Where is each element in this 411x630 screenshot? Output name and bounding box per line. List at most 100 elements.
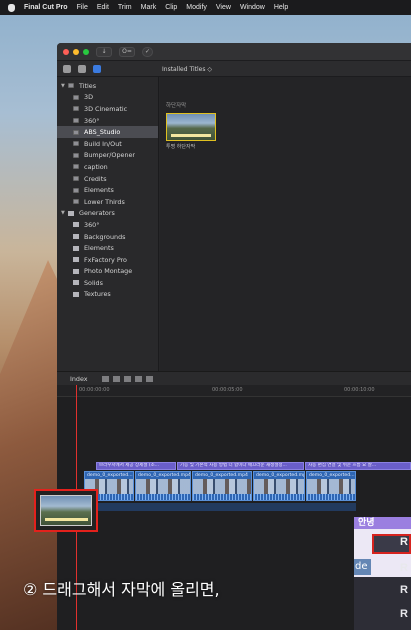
- keywords-button[interactable]: O=: [119, 46, 135, 57]
- disclosure-triangle-icon[interactable]: ▼: [61, 210, 68, 216]
- clip-waveform: [254, 494, 304, 500]
- title-thumbnail[interactable]: [166, 113, 216, 141]
- menu-view[interactable]: View: [216, 4, 231, 11]
- menu-edit[interactable]: Edit: [97, 4, 109, 11]
- generator-category-icon: [73, 257, 79, 263]
- checkmark-icon[interactable]: ✓: [142, 46, 153, 57]
- sidebar-item-label: 360°: [84, 116, 100, 125]
- disclosure-triangle-icon[interactable]: ▼: [61, 83, 68, 89]
- browser-section-label: 하단자막: [166, 103, 187, 109]
- menu-help[interactable]: Help: [274, 4, 288, 11]
- sidebar-item-caption[interactable]: caption: [57, 161, 158, 173]
- select-tool-icon[interactable]: [145, 375, 153, 382]
- sidebar-item-gen-elements[interactable]: Elements: [57, 242, 158, 254]
- generator-category-icon: [73, 280, 79, 286]
- menu-bar: Final Cut Pro File Edit Trim Mark Clip M…: [0, 0, 411, 15]
- clip-waveform: [307, 494, 355, 500]
- clip-name: demo_0_exported...: [87, 473, 133, 478]
- sidebar-item-abs-studio[interactable]: ABS_Studio: [57, 126, 158, 138]
- timeline-ruler[interactable]: 00:00:00:00 00:00:05:00 00:00:10:00: [57, 385, 411, 397]
- titles-generators-icon[interactable]: [93, 64, 101, 73]
- sidebar-item-360[interactable]: 360°: [57, 115, 158, 127]
- sidebar-item-label: caption: [84, 162, 108, 171]
- sidebar-item-label: Lower Thirds: [84, 197, 125, 206]
- audio-track[interactable]: [84, 503, 356, 511]
- browser-header-title[interactable]: Installed Titles ◇: [162, 66, 212, 73]
- timeline-tools: [101, 375, 153, 382]
- sidebar-item-solids[interactable]: Solids: [57, 277, 158, 289]
- clip-filmstrip: [254, 479, 304, 495]
- title-category-icon: [73, 176, 79, 182]
- menu-clip[interactable]: Clip: [165, 4, 177, 11]
- close-window-button[interactable]: [63, 48, 69, 55]
- title-clip[interactable]: 기능 및 기본적 사용 방법 더 합이다 매끄러운 재생설정...: [177, 462, 304, 470]
- sidebar-item-3d-cinematic[interactable]: 3D Cinematic: [57, 103, 158, 115]
- sidebar-item-bumper-opener[interactable]: Bumper/Opener: [57, 150, 158, 162]
- sidebar-item-label: Build In/Out: [84, 139, 122, 148]
- clip-name: demo_0_exported.mp4: [138, 473, 191, 478]
- zoom-window-button[interactable]: [83, 48, 89, 55]
- sidebar-item-label: Solids: [84, 278, 103, 287]
- menu-trim[interactable]: Trim: [118, 4, 132, 11]
- sidebar-item-label: Photo Montage: [84, 267, 133, 276]
- zoomed-viewer-overlay: 안녕 de R R R R: [354, 517, 411, 630]
- media-browser-icon[interactable]: [63, 64, 71, 73]
- title-category-icon: [73, 152, 79, 158]
- photos-audio-icon[interactable]: [78, 64, 86, 73]
- insert-clip-icon[interactable]: [123, 375, 131, 382]
- sidebar-item-fxfactory-pro[interactable]: FxFactory Pro: [57, 254, 158, 266]
- title-category-icon: [73, 129, 79, 135]
- viewer-text-de: de: [354, 559, 371, 575]
- sidebar-item-label: Backgrounds: [84, 232, 126, 241]
- title-clip[interactable]: 자동 편집 연결 및 쉬운 흐름 요 잘...: [305, 462, 411, 470]
- apple-menu-icon[interactable]: [8, 3, 15, 12]
- dragged-title-thumbnail[interactable]: [34, 489, 98, 532]
- connect-clip-icon[interactable]: [112, 375, 120, 382]
- sidebar-item-gen-360[interactable]: 360°: [57, 219, 158, 231]
- import-icon[interactable]: ↓: [96, 46, 112, 57]
- menu-file[interactable]: File: [77, 4, 88, 11]
- ruler-timecode: 00:00:10:00: [344, 387, 375, 393]
- title-category-icon: [73, 94, 79, 100]
- video-clip[interactable]: demo_0_exported.mp4: [253, 471, 305, 501]
- titles-folder-icon: [68, 83, 74, 89]
- sidebar-item-label: Bumper/Opener: [84, 151, 136, 160]
- viewer-letter: R: [400, 608, 408, 620]
- sidebar-item-photo-montage[interactable]: Photo Montage: [57, 266, 158, 278]
- sidebar-item-label: Credits: [84, 174, 107, 183]
- instruction-caption: ② 드래그해서 자막에 올리면,: [23, 580, 220, 599]
- title-thumbnail-label: 투명 하단자막: [166, 144, 196, 150]
- title-category-icon: [73, 118, 79, 124]
- video-clip[interactable]: demo_0_exported.mp4: [192, 471, 252, 501]
- append-clip-icon[interactable]: [134, 375, 142, 382]
- menu-modify[interactable]: Modify: [186, 4, 207, 11]
- generator-category-icon: [73, 222, 79, 228]
- sidebar-item-build-in-out[interactable]: Build In/Out: [57, 138, 158, 150]
- video-clip[interactable]: demo_0_exported...: [306, 471, 356, 501]
- menu-app-name[interactable]: Final Cut Pro: [24, 4, 68, 11]
- clip-filmstrip: [193, 479, 251, 495]
- sidebar-item-generators[interactable]: ▼ Generators: [57, 208, 158, 220]
- clip-appearance-icon[interactable]: [101, 375, 109, 382]
- title-clip[interactable]: 브라우저에서 제공 상세설 (소...: [96, 462, 176, 470]
- sidebar-item-titles[interactable]: ▼ Titles: [57, 80, 158, 92]
- sidebar-item-label: 360°: [84, 220, 100, 229]
- sidebar-item-textures[interactable]: Textures: [57, 289, 158, 301]
- sidebar-item-3d[interactable]: 3D: [57, 92, 158, 104]
- index-button[interactable]: Index: [70, 375, 88, 383]
- sidebar-item-elements[interactable]: Elements: [57, 184, 158, 196]
- sidebar-item-backgrounds[interactable]: Backgrounds: [57, 231, 158, 243]
- titles-generators-sidebar: ▼ Titles 3D 3D Cinematic 360° ABS_Studio…: [57, 77, 159, 412]
- video-clip[interactable]: demo_0_exported.mp4: [135, 471, 191, 501]
- menu-mark[interactable]: Mark: [141, 4, 157, 11]
- sidebar-item-credits[interactable]: Credits: [57, 173, 158, 185]
- menu-window[interactable]: Window: [240, 4, 265, 11]
- title-category-icon: [73, 141, 79, 147]
- window-titlebar: ↓ O= ✓: [57, 43, 411, 61]
- sidebar-item-lower-thirds[interactable]: Lower Thirds: [57, 196, 158, 208]
- viewer-letter: R: [400, 536, 408, 548]
- thumbnail-lower-third-bar: [45, 518, 88, 521]
- minimize-window-button[interactable]: [73, 48, 79, 55]
- sidebar-item-label: 3D Cinematic: [84, 104, 128, 113]
- browser-toolbar: [57, 61, 411, 77]
